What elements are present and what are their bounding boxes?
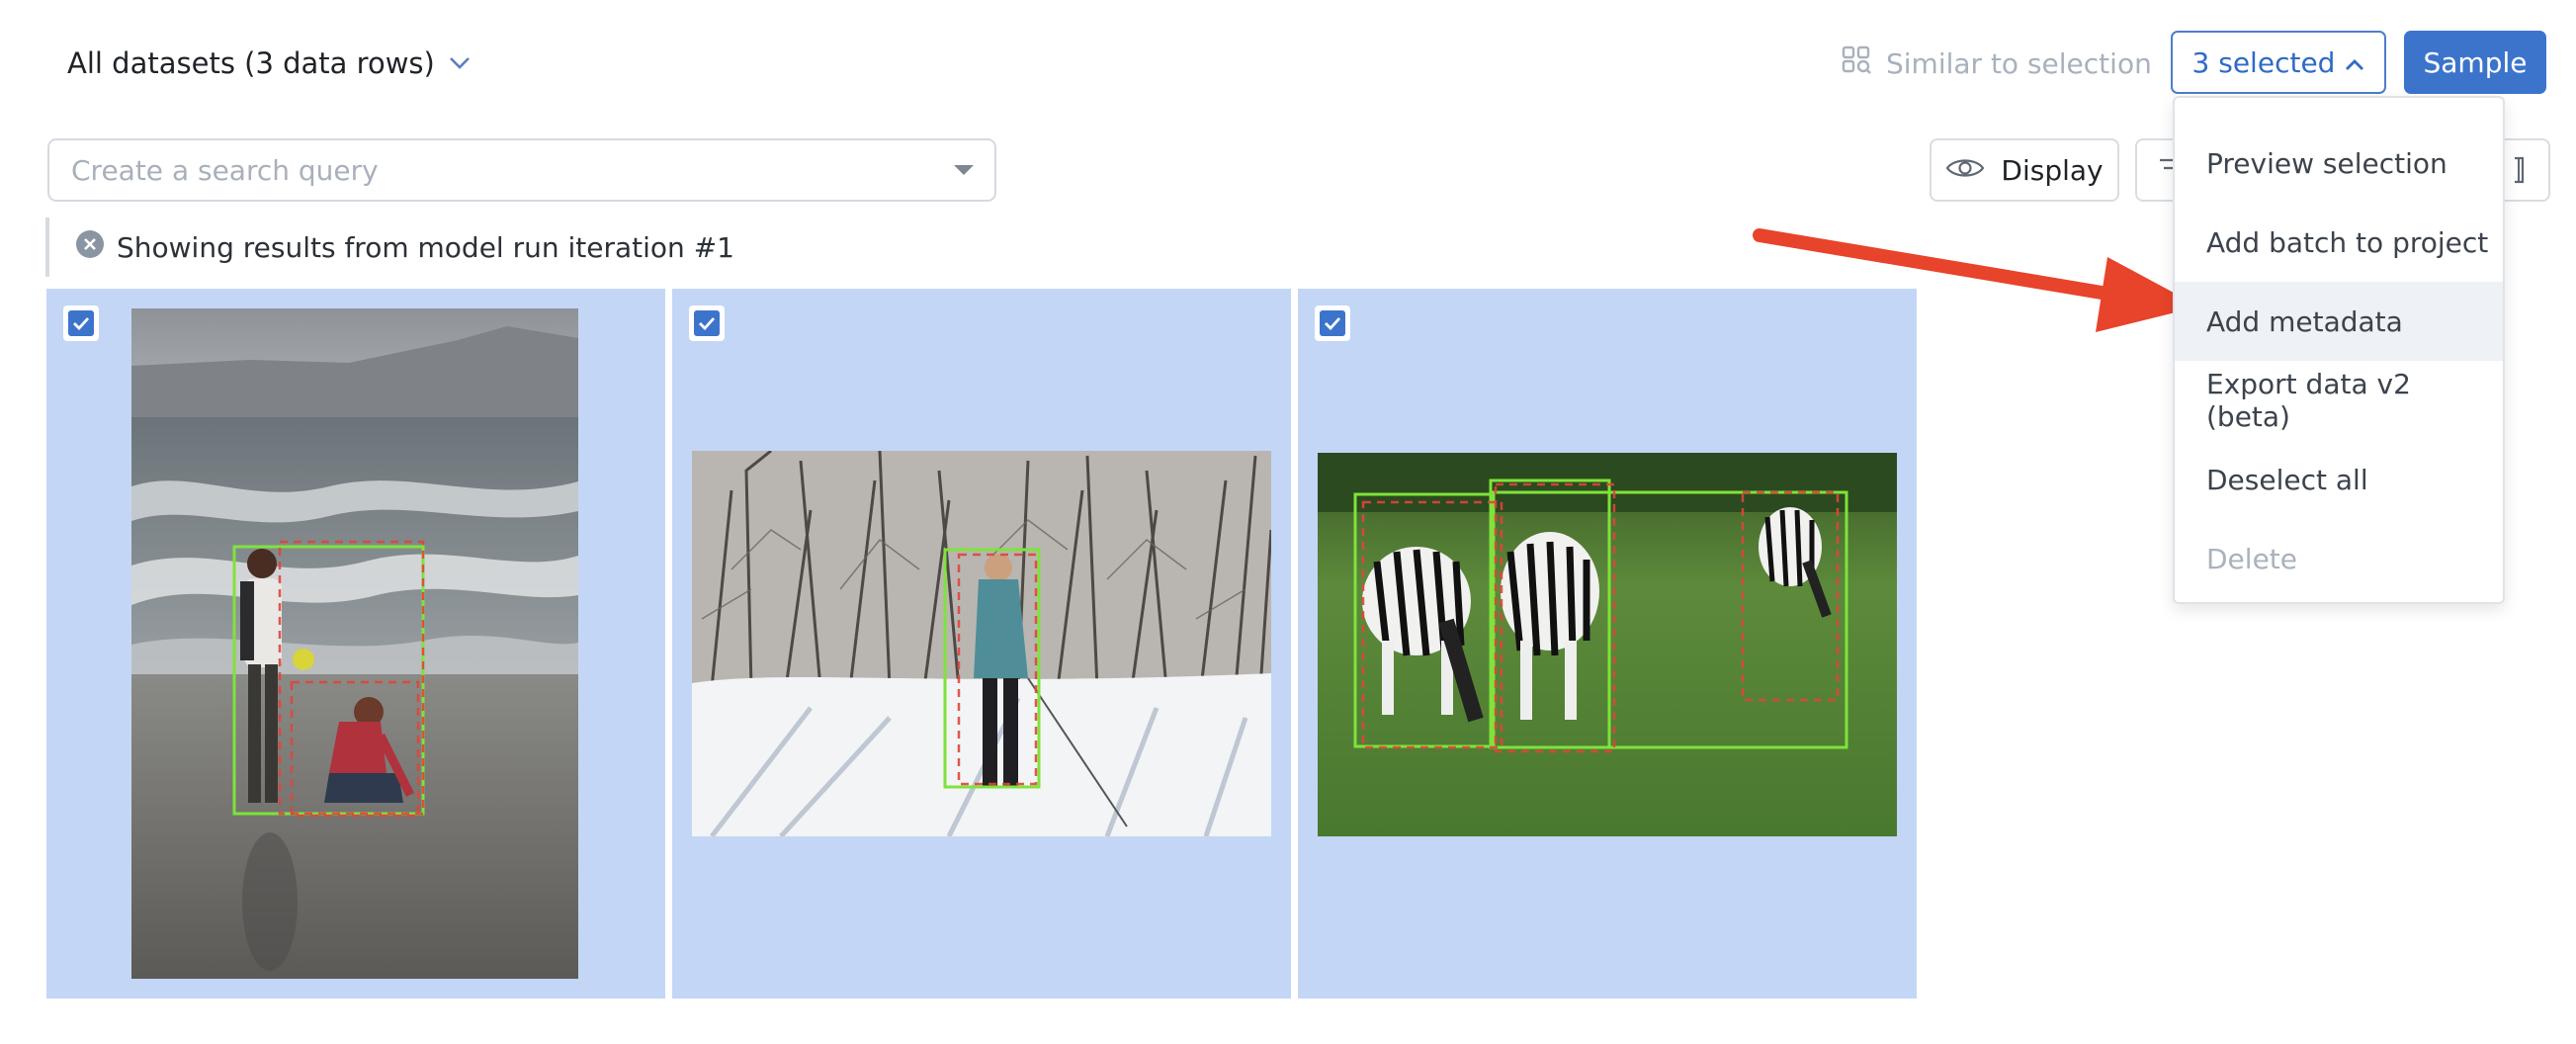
caret-down-icon[interactable] <box>953 161 975 180</box>
similar-to-selection-button[interactable]: Similar to selection <box>1841 44 2152 83</box>
data-row-card[interactable] <box>1298 289 1917 999</box>
model-run-notice: Showing results from model run iteration… <box>45 218 734 277</box>
close-circle-icon[interactable] <box>75 229 105 266</box>
selection-count-label: 3 selected <box>2191 45 2336 79</box>
dataset-selector-label: All datasets (3 data rows) <box>67 46 435 80</box>
zebras-image[interactable] <box>1318 453 1897 836</box>
beach-image[interactable] <box>131 308 578 979</box>
row-checkbox[interactable] <box>1315 305 1350 341</box>
row-checkbox[interactable] <box>689 305 725 341</box>
data-row-card[interactable] <box>672 289 1291 999</box>
model-run-notice-text: Showing results from model run iteration… <box>117 230 734 264</box>
selection-count-button[interactable]: 3 selected <box>2171 31 2386 94</box>
similar-icon <box>1841 44 1872 83</box>
data-row-card[interactable] <box>46 289 665 999</box>
menu-item-preview-selection[interactable]: Preview selection <box>2175 124 2503 203</box>
chevron-up-icon <box>2345 46 2364 79</box>
row-checkbox[interactable] <box>63 305 99 341</box>
annotation-arrow <box>1750 216 2204 348</box>
selection-actions-menu: Preview selection Add batch to project A… <box>2173 96 2505 604</box>
menu-item-deselect-all[interactable]: Deselect all <box>2175 440 2503 519</box>
sample-button[interactable]: Sample <box>2404 31 2546 94</box>
menu-item-delete: Delete <box>2206 542 2297 575</box>
display-button[interactable]: Display <box>1930 138 2119 202</box>
menu-item-export-data[interactable]: Export data v2 (beta) <box>2175 361 2503 440</box>
search-query-field[interactable] <box>47 138 996 202</box>
eye-icon <box>1945 154 1985 187</box>
display-button-label: Display <box>2001 153 2104 187</box>
menu-item-add-batch-to-project[interactable]: Add batch to project <box>2175 203 2503 282</box>
similar-to-selection-label: Similar to selection <box>1886 46 2152 80</box>
search-input[interactable] <box>69 152 953 188</box>
sample-button-label: Sample <box>2423 45 2528 79</box>
menu-item-add-metadata[interactable]: Add metadata <box>2175 282 2503 361</box>
chevron-down-icon <box>449 56 471 70</box>
dataset-selector[interactable]: All datasets (3 data rows) <box>67 44 471 83</box>
columns-icon[interactable] <box>2503 156 2525 188</box>
snow-hiker-image[interactable] <box>692 449 1273 838</box>
